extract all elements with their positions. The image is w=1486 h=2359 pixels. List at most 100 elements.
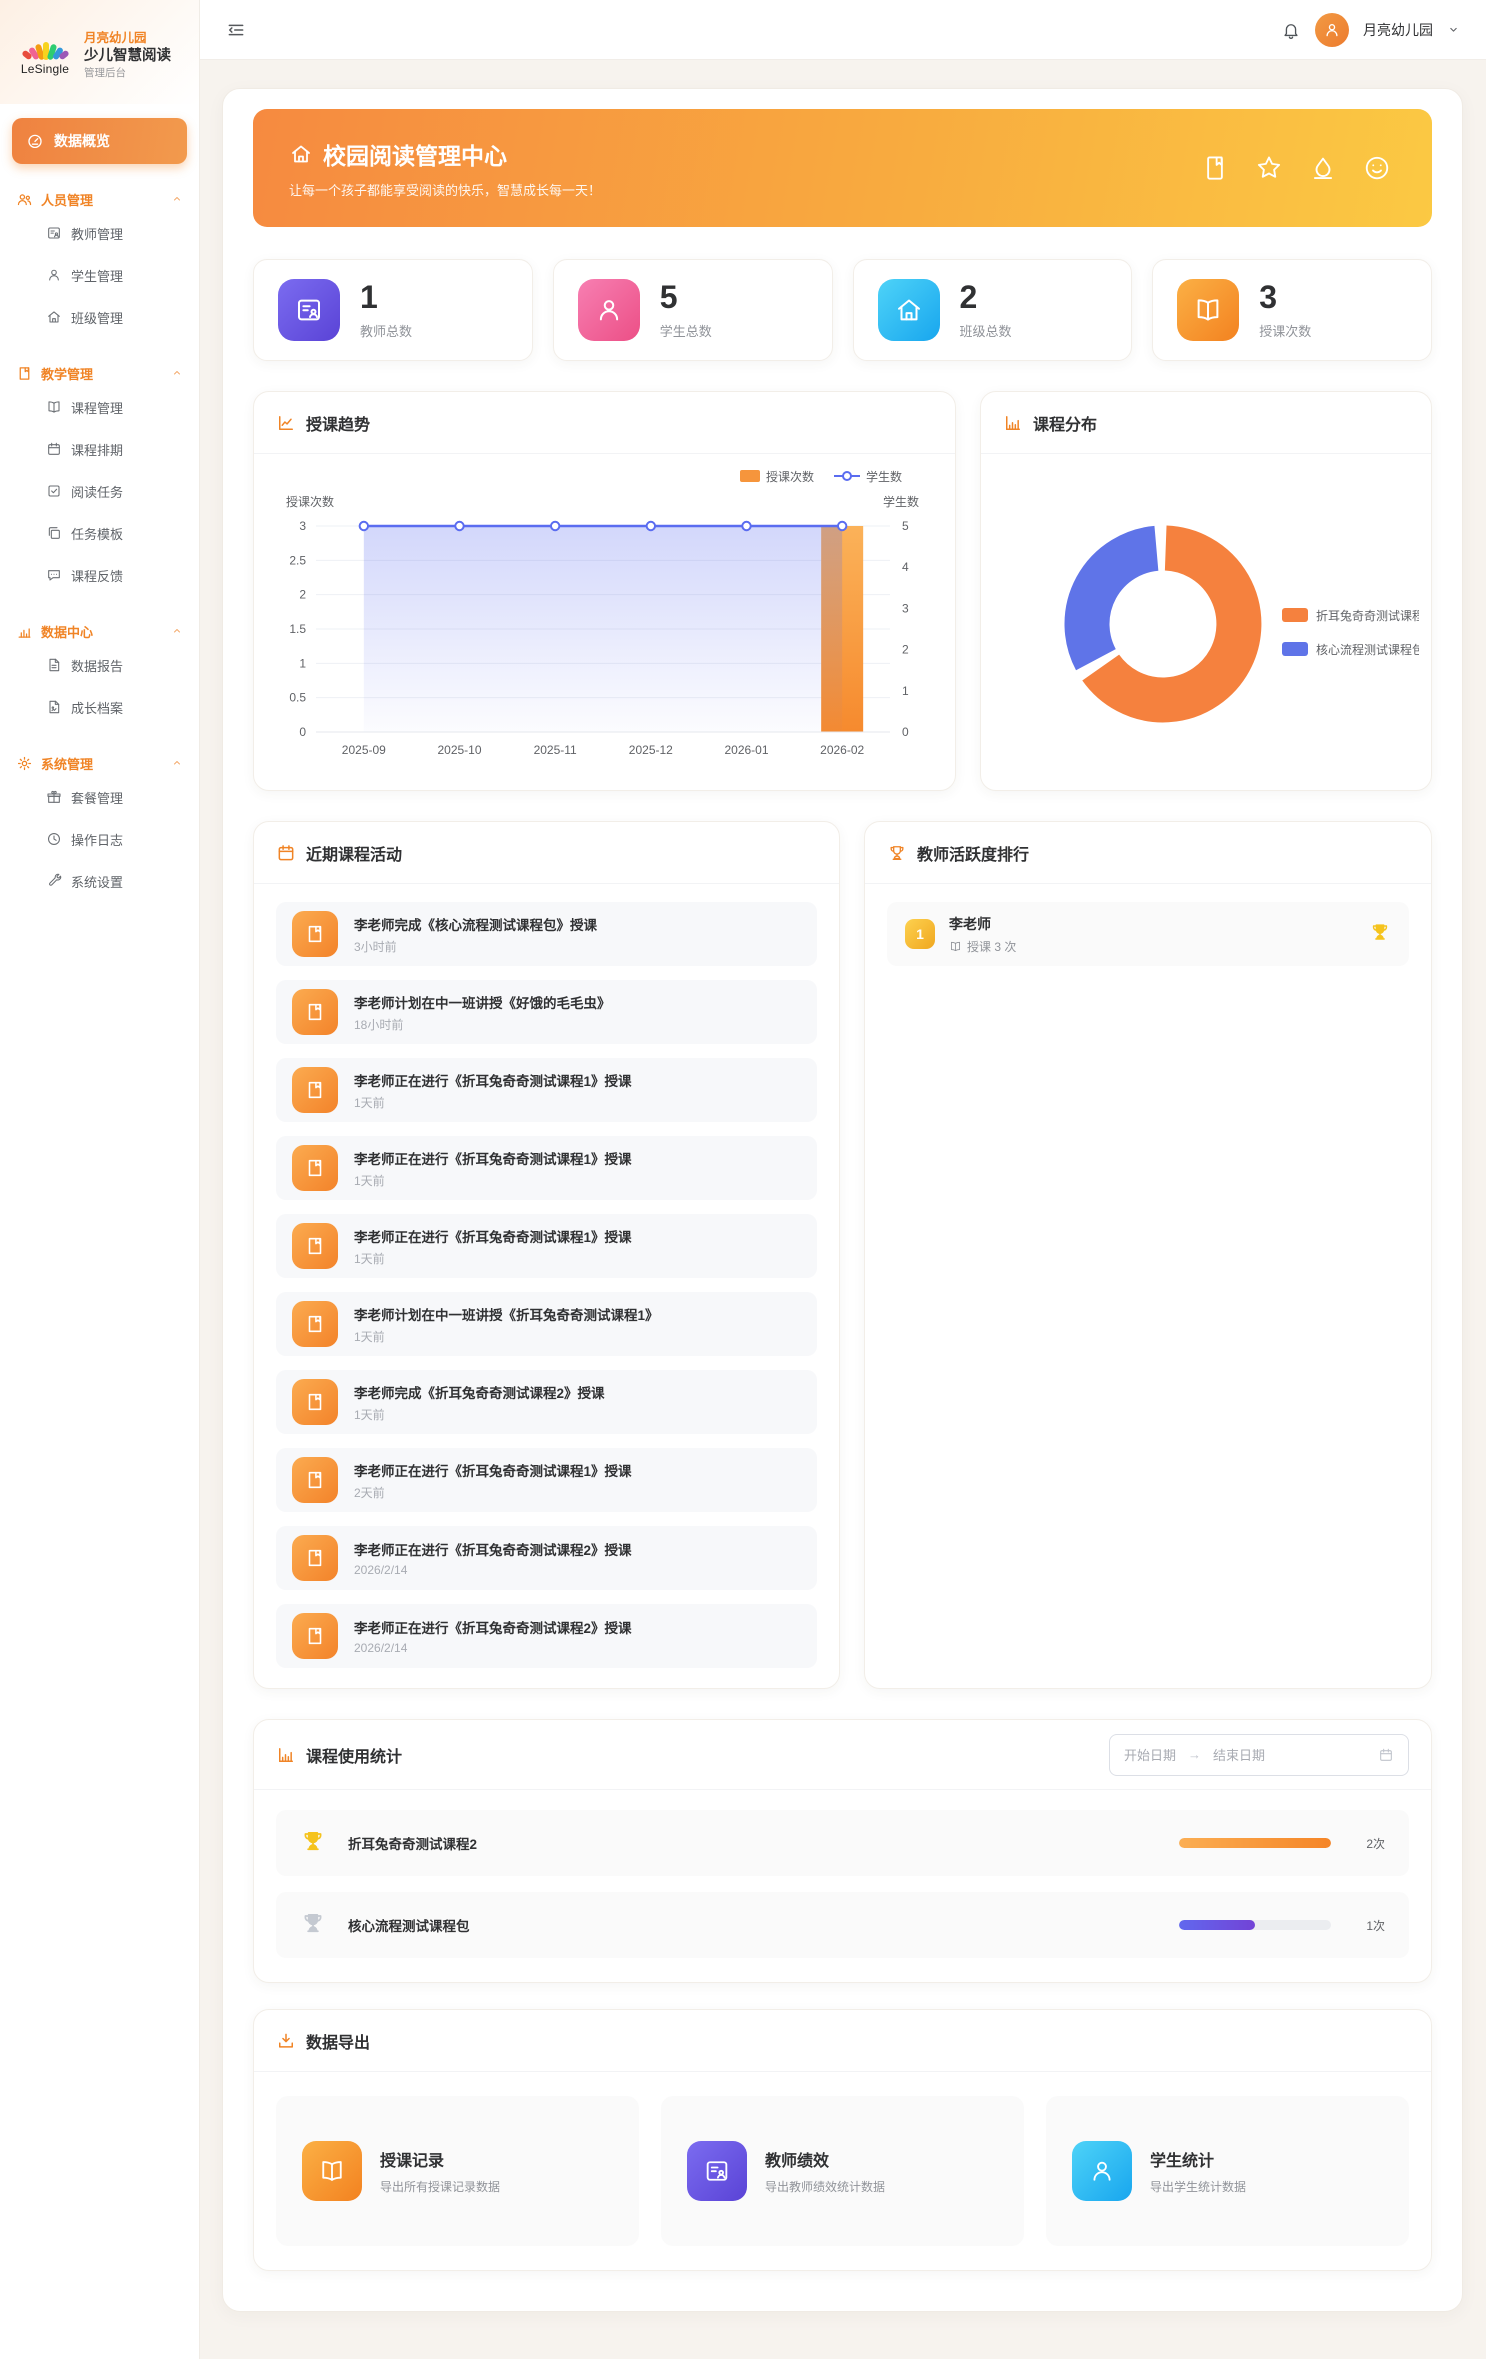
bar-chart-icon — [1003, 413, 1023, 433]
avatar[interactable] — [1315, 13, 1349, 47]
trophy-icon — [300, 1828, 326, 1854]
sidebar-item[interactable]: 任务模板 — [12, 512, 187, 554]
sidebar-group-header[interactable]: 人员管理 — [12, 186, 187, 212]
stat-value: 5 — [660, 280, 712, 315]
svg-text:2.5: 2.5 — [289, 553, 306, 567]
data-export-card: 数据导出 授课记录导出所有授课记录数据教师绩效导出教师绩效统计数据学生统计导出学… — [253, 2009, 1432, 2271]
course-icon — [1177, 279, 1239, 341]
class-icon — [46, 309, 62, 325]
svg-text:1: 1 — [902, 684, 909, 698]
sidebar-item-label: 数据报告 — [71, 656, 123, 675]
sidebar-item[interactable]: 学生管理 — [12, 254, 187, 296]
svg-text:2025-12: 2025-12 — [629, 743, 673, 757]
star-icon — [1254, 153, 1284, 183]
sidebar-item[interactable]: 课程管理 — [12, 386, 187, 428]
book-icon — [292, 1067, 338, 1113]
export-card-desc: 导出所有授课记录数据 — [380, 2178, 500, 2195]
trophy-icon — [887, 843, 907, 863]
date-range-picker[interactable]: 开始日期 → 结束日期 — [1109, 1734, 1409, 1776]
usage-count: 2次 — [1345, 1835, 1385, 1852]
sidebar-group-header[interactable]: 数据中心 — [12, 618, 187, 644]
sidebar-group-header[interactable]: 系统管理 — [12, 750, 187, 776]
export-card-1[interactable]: 授课记录导出所有授课记录数据 — [276, 2096, 639, 2246]
activity-list-item: 李老师计划在中一班讲授《好饿的毛毛虫》 18小时前 — [276, 980, 817, 1044]
log-icon — [46, 831, 62, 847]
sidebar-item[interactable]: 操作日志 — [12, 818, 187, 860]
teach-count: 授课 3 次 — [967, 938, 1016, 955]
stats-row: 1教师总数5学生总数2班级总数3授课次数 — [253, 259, 1432, 361]
usage-row: 核心流程测试课程包1次 — [276, 1892, 1409, 1958]
activity-list-item: 李老师完成《核心流程测试课程包》授课3小时前 — [276, 902, 817, 966]
sidebar-group: 数据中心数据报告成长档案 — [12, 618, 187, 728]
sidebar-item[interactable]: 课程排期 — [12, 428, 187, 470]
sidebar-item[interactable]: 数据报告 — [12, 644, 187, 686]
rank-badge: 1 — [905, 919, 935, 949]
sidebar-group: 系统管理套餐管理操作日志系统设置 — [12, 750, 187, 902]
activity-title: 李老师计划在中一班讲授《好饿的毛毛虫》 — [354, 992, 611, 1012]
svg-text:授课次数: 授课次数 — [286, 494, 334, 509]
notification-bell-icon[interactable] — [1281, 20, 1301, 40]
activity-list-item: 李老师正在进行《折耳兔奇奇测试课程1》授课1天前 — [276, 1136, 817, 1200]
stat-card: 2班级总数 — [853, 259, 1133, 361]
export-card-2[interactable]: 教师绩效导出教师绩效统计数据 — [661, 2096, 1024, 2246]
book-bookmark-icon — [1200, 153, 1230, 183]
sidebar-item[interactable]: 套餐管理 — [12, 776, 187, 818]
svg-text:折耳兔奇奇测试课程2: 折耳兔奇奇测试课程2 — [1316, 608, 1419, 623]
user-name[interactable]: 月亮幼儿园 — [1363, 20, 1433, 40]
activity-time: 1天前 — [354, 1094, 632, 1111]
activity-time: 1天前 — [354, 1172, 632, 1189]
svg-text:4: 4 — [902, 560, 909, 574]
calendar-icon — [1378, 1747, 1394, 1763]
sidebar-group: 教学管理课程管理课程排期阅读任务任务模板课程反馈 — [12, 360, 187, 596]
sidebar-item[interactable]: 课程反馈 — [12, 554, 187, 596]
teacher-icon — [278, 279, 340, 341]
stat-value: 3 — [1259, 280, 1311, 315]
sidebar-item-label: 阅读任务 — [71, 482, 123, 501]
recent-activities-card: 近期课程活动 李老师完成《核心流程测试课程包》授课3小时前李老师计划在中一班讲授… — [253, 821, 840, 1689]
stat-label: 学生总数 — [660, 321, 712, 340]
export-card-3[interactable]: 学生统计导出学生统计数据 — [1046, 2096, 1409, 2246]
svg-text:1: 1 — [299, 656, 306, 670]
logo-text: LeSingle — [16, 62, 74, 76]
chevron-down-icon[interactable] — [1447, 23, 1460, 36]
teacher-ranking-card: 教师活跃度排行 1李老师授课 3 次 — [864, 821, 1432, 1689]
sidebar-item-label: 系统设置 — [71, 872, 123, 891]
chevron-up-icon — [171, 193, 183, 205]
sidebar-item[interactable]: 班级管理 — [12, 296, 187, 338]
ranking-list: 1 李老师授课 3 次 — [865, 884, 1431, 986]
task-icon — [46, 483, 62, 499]
svg-text:1.5: 1.5 — [289, 622, 306, 636]
end-date-input[interactable]: 结束日期 — [1213, 1745, 1265, 1764]
sidebar-item[interactable]: 教师管理 — [12, 212, 187, 254]
sidebar-item-dashboard-active[interactable]: 数据概览 — [12, 118, 187, 164]
chart-legend: 授课次数学生数 — [740, 469, 902, 484]
chevron-up-icon — [171, 625, 183, 637]
activity-list-item: 李老师完成《折耳兔奇奇测试课程2》授课1天前 — [276, 1370, 817, 1434]
usage-row: 折耳兔奇奇测试课程22次 — [276, 1810, 1409, 1876]
sidebar-nav: 数据概览人员管理教师管理学生管理班级管理教学管理课程管理课程排期阅读任务任务模板… — [0, 104, 199, 916]
start-date-input[interactable]: 开始日期 — [1124, 1745, 1176, 1764]
sidebar-item[interactable]: 成长档案 — [12, 686, 187, 728]
svg-text:2025-10: 2025-10 — [437, 743, 481, 757]
users-icon — [16, 191, 33, 208]
book-icon — [292, 1613, 338, 1659]
course-icon — [302, 2141, 362, 2201]
teacher-name: 李老师 — [949, 914, 1016, 934]
sidebar-item[interactable]: 系统设置 — [12, 860, 187, 902]
class-icon — [878, 279, 940, 341]
silver-trophy-icon — [300, 1910, 326, 1941]
sidebar-item[interactable]: 阅读任务 — [12, 470, 187, 512]
activity-time: 1天前 — [354, 1250, 632, 1267]
progress-bar — [1179, 1838, 1331, 1848]
org-name: 月亮幼儿园 — [84, 30, 171, 47]
collapse-sidebar-icon[interactable] — [226, 20, 246, 40]
svg-text:授课次数: 授课次数 — [766, 469, 814, 484]
archive-icon — [46, 699, 62, 715]
ranking-list-item: 1 李老师授课 3 次 — [887, 902, 1409, 966]
sidebar-group-header[interactable]: 教学管理 — [12, 360, 187, 386]
sidebar-item-label: 成长档案 — [71, 698, 123, 717]
svg-text:核心流程测试课程包: 核心流程测试课程包 — [1316, 642, 1419, 657]
stat-label: 班级总数 — [960, 321, 1012, 340]
svg-text:5: 5 — [902, 519, 909, 533]
activity-time: 18小时前 — [354, 1016, 611, 1033]
